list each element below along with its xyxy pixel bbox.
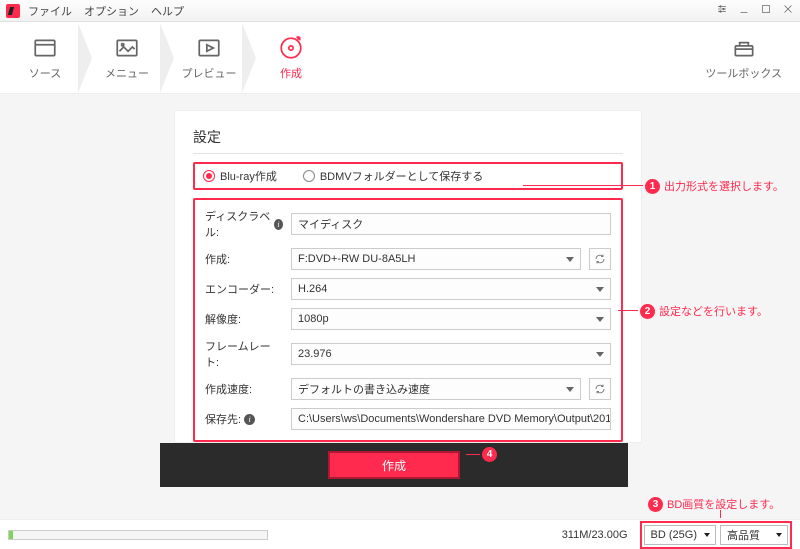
select-bd-size[interactable]: BD (25G) (644, 525, 716, 545)
label-speed: 作成速度: (205, 381, 283, 397)
toolbox-button[interactable]: ツールボックス (705, 35, 782, 81)
app-logo-icon (6, 4, 20, 18)
step-menu-label: メニュー (105, 65, 149, 81)
label-framerate: フレームレート: (205, 338, 283, 370)
label-create: 作成: (205, 251, 283, 267)
step-create[interactable]: 作成 (252, 23, 330, 93)
annotation-line (523, 185, 643, 186)
menu-icon (114, 35, 140, 61)
annotation-4: 4 (482, 447, 497, 462)
step-menu[interactable]: メニュー (88, 23, 166, 93)
annotation-3: 3BD画質を設定します。 (648, 496, 780, 512)
title-bar: ファイル オプション ヘルプ (0, 0, 800, 22)
label-encoder: エンコーダー: (205, 281, 283, 297)
step-preview-label: プレビュー (182, 65, 237, 81)
annotation-number-icon: 3 (648, 497, 663, 512)
create-disc-icon (278, 35, 304, 61)
radio-bluray[interactable]: Blu-ray作成 (203, 168, 277, 184)
menu-bar: ファイル オプション ヘルプ (28, 3, 184, 19)
settings-form: ディスクラベル:i マイディスク 作成: F:DVD+-RW DU-8A5LH … (193, 198, 623, 442)
step-source[interactable]: ソース (6, 23, 84, 93)
refresh-icon (594, 383, 606, 395)
info-icon[interactable]: i (274, 219, 283, 230)
toolbox-label: ツールボックス (705, 65, 782, 81)
select-encoder[interactable]: H.264 (291, 278, 611, 300)
radio-off-icon (303, 170, 315, 182)
panel-title: 設定 (193, 127, 623, 147)
maximize-icon[interactable] (760, 3, 772, 18)
annotation-line (618, 310, 638, 311)
annotation-number-icon: 2 (640, 304, 655, 319)
annotation-line (466, 454, 480, 455)
menu-help[interactable]: ヘルプ (151, 3, 184, 19)
menu-file[interactable]: ファイル (28, 3, 72, 19)
preview-icon (196, 35, 222, 61)
toolbox-icon (731, 35, 757, 61)
label-disclabel: ディスクラベル:i (205, 208, 283, 240)
header-settings-icon[interactable] (716, 3, 728, 18)
menu-option[interactable]: オプション (84, 3, 139, 19)
create-bar: 作成 (160, 443, 628, 487)
disc-size-text: 311M/23.00G (562, 529, 628, 541)
divider (193, 153, 623, 154)
radio-on-icon (203, 170, 215, 182)
annotation-line (720, 510, 721, 518)
disc-usage-meter (8, 530, 268, 540)
refresh-icon (594, 253, 606, 265)
refresh-speed-button[interactable] (589, 378, 611, 400)
annotation-number-icon: 1 (645, 179, 660, 194)
source-icon (32, 35, 58, 61)
radio-bluray-label: Blu-ray作成 (220, 168, 277, 184)
label-resolution: 解像度: (205, 311, 283, 327)
select-framerate[interactable]: 23.976 (291, 343, 611, 365)
info-icon[interactable]: i (244, 414, 255, 425)
settings-panel: 設定 Blu-ray作成 BDMVフォルダーとして保存する ディスクラベル:i … (174, 110, 642, 443)
annotation-1: 1出力形式を選択します。 (645, 178, 784, 194)
create-button[interactable]: 作成 (328, 451, 460, 479)
annotation-2: 2設定などを行います。 (640, 303, 768, 319)
minimize-icon[interactable] (738, 3, 750, 18)
step-preview[interactable]: プレビュー (170, 23, 248, 93)
close-icon[interactable] (782, 3, 794, 18)
step-source-label: ソース (29, 65, 61, 81)
bd-quality-group: BD (25G) 高品質 (640, 521, 792, 549)
input-disclabel[interactable]: マイディスク (291, 213, 611, 235)
step-tabs: ソース メニュー プレビュー 作成 ツールボックス (0, 22, 800, 94)
radio-bdmv-label: BDMVフォルダーとして保存する (320, 168, 483, 184)
label-savepath: 保存先:i (205, 411, 283, 427)
window-controls (716, 3, 794, 18)
status-bar: 311M/23.00G BD (25G) 高品質 (0, 519, 800, 549)
radio-bdmv[interactable]: BDMVフォルダーとして保存する (303, 168, 483, 184)
step-create-label: 作成 (280, 65, 302, 81)
select-quality[interactable]: 高品質 (720, 525, 788, 545)
select-speed[interactable]: デフォルトの書き込み速度 (291, 378, 581, 400)
input-savepath[interactable]: C:\Users\ws\Documents\Wondershare DVD Me… (291, 408, 611, 430)
select-resolution[interactable]: 1080p (291, 308, 611, 330)
annotation-number-icon: 4 (482, 447, 497, 462)
select-create-drive[interactable]: F:DVD+-RW DU-8A5LH (291, 248, 581, 270)
refresh-drive-button[interactable] (589, 248, 611, 270)
